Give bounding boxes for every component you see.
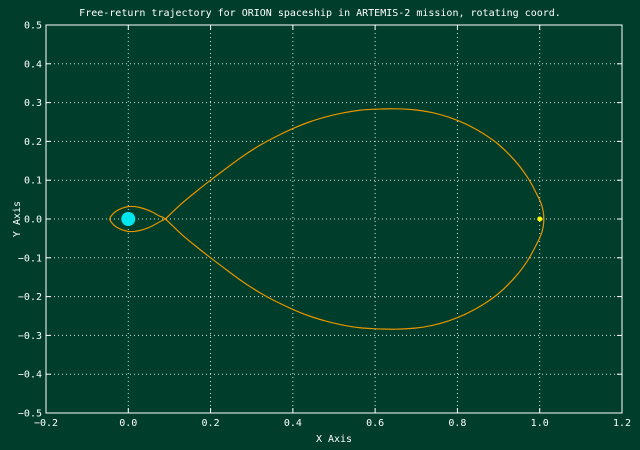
y-tick-label: −0.5 — [18, 409, 42, 420]
x-axis-label: X Axis — [316, 434, 352, 445]
moon-marker — [537, 216, 543, 222]
y-tick-label: −0.3 — [18, 331, 42, 342]
y-tick-label: 0.5 — [24, 21, 42, 32]
x-tick-label: 0.4 — [284, 418, 302, 429]
x-tick-label: 0.8 — [448, 418, 466, 429]
y-tick-label: −0.2 — [18, 292, 42, 303]
x-tick-label: 1.0 — [531, 418, 549, 429]
x-tick-label: 0.2 — [202, 418, 220, 429]
y-tick-label: −0.4 — [18, 370, 42, 381]
y-tick-label: 0.1 — [24, 176, 42, 187]
x-tick-label: −0.2 — [34, 418, 58, 429]
x-tick-label: 0.0 — [119, 418, 137, 429]
y-axis-label: Y Axis — [12, 201, 23, 237]
x-tick-label: 0.6 — [366, 418, 384, 429]
y-tick-label: 0.2 — [24, 137, 42, 148]
y-tick-label: 0.4 — [24, 59, 42, 70]
earth-marker — [121, 212, 136, 226]
y-tick-label: 0.3 — [24, 98, 42, 109]
chart-title: Free-return trajectory for ORION spacesh… — [79, 8, 561, 19]
trajectory-chart: Free-return trajectory for ORION spacesh… — [0, 0, 640, 450]
y-tick-label: −0.1 — [18, 253, 42, 264]
x-tick-label: 1.2 — [613, 418, 631, 429]
y-tick-label: 0.0 — [24, 215, 42, 226]
